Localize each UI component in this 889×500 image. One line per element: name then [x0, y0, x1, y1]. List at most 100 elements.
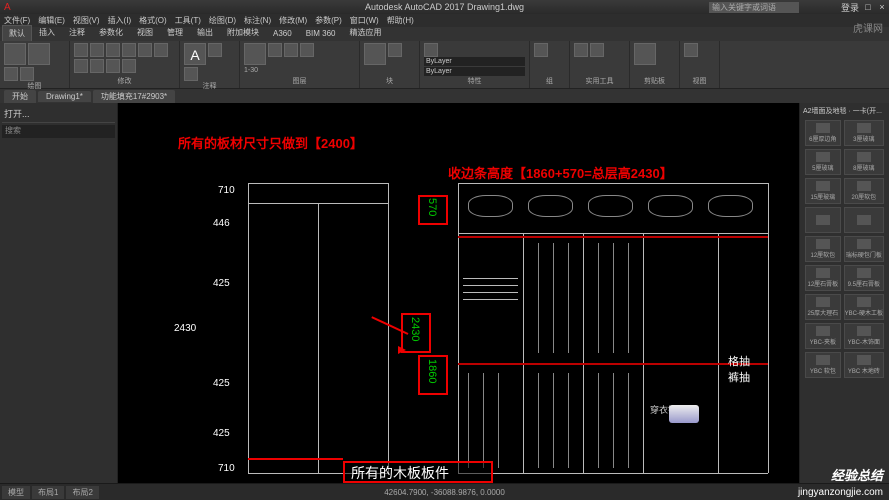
material-swatch[interactable]: 12厘软包: [805, 236, 841, 262]
dim-1860: 1860: [426, 359, 438, 383]
group-icon[interactable]: [534, 43, 548, 57]
ribbon-tab-default[interactable]: 默认: [2, 25, 32, 41]
material-swatch[interactable]: 瑞标硬包门板: [844, 236, 884, 262]
divider: [523, 233, 524, 473]
menu-help[interactable]: 帮助(H): [387, 15, 414, 26]
material-swatch[interactable]: 25厚大理石: [805, 294, 841, 320]
tab-model[interactable]: 模型: [2, 486, 30, 499]
array-icon[interactable]: [106, 59, 120, 73]
layer-off-icon[interactable]: [268, 43, 282, 57]
polyline-icon[interactable]: [28, 43, 50, 65]
material-swatch[interactable]: YBC 木地砖: [844, 352, 884, 378]
material-swatch[interactable]: 12厘石膏板: [805, 265, 841, 291]
select-icon[interactable]: [590, 43, 604, 57]
dim-2430v: 2430: [409, 317, 421, 341]
create-block-icon[interactable]: [388, 43, 402, 57]
material-swatch[interactable]: YBC-硬木工板: [844, 294, 884, 320]
panel-clipboard: 剪贴板: [630, 41, 680, 88]
mirror-icon[interactable]: [138, 43, 152, 57]
material-swatch[interactable]: 15厘玻璃: [805, 178, 841, 204]
match-props-icon[interactable]: [424, 43, 438, 57]
window-controls: − □ ×: [849, 2, 887, 12]
cabinet-line: [248, 183, 249, 473]
ribbon-tab-manage[interactable]: 管理: [160, 24, 190, 41]
fillet-icon[interactable]: [154, 43, 168, 57]
ribbon-tab-view[interactable]: 视图: [130, 24, 160, 41]
layer-lock-icon[interactable]: [300, 43, 314, 57]
panel-utilities: 实用工具: [570, 41, 630, 88]
tab-layout2[interactable]: 布局2: [66, 486, 98, 499]
scale-icon[interactable]: [90, 59, 104, 73]
wardrobe-right: [768, 183, 769, 473]
callout-line: [248, 458, 343, 460]
material-swatch[interactable]: YBC 软包: [805, 352, 841, 378]
ribbon-tab-a360[interactable]: A360: [266, 26, 299, 41]
material-swatch[interactable]: 8厘玻璃: [844, 149, 884, 175]
ribbon-tab-featured[interactable]: 精选应用: [342, 24, 388, 41]
line-icon[interactable]: [4, 43, 26, 65]
menu-params[interactable]: 参数(P): [315, 15, 342, 26]
doc-tab-1[interactable]: Drawing1*: [38, 91, 91, 102]
measure-icon[interactable]: [574, 43, 588, 57]
material-swatch[interactable]: 9.5厘石膏板: [844, 265, 884, 291]
ribbon-tab-insert[interactable]: 插入: [32, 24, 62, 41]
erase-icon[interactable]: [122, 59, 136, 73]
material-swatch[interactable]: YBC-夹板: [805, 323, 841, 349]
minimize-button[interactable]: −: [849, 2, 859, 12]
copy-icon[interactable]: [122, 43, 136, 57]
left-panel-title[interactable]: 打开...: [2, 105, 115, 123]
base-icon[interactable]: [684, 43, 698, 57]
close-button[interactable]: ×: [877, 2, 887, 12]
material-swatch[interactable]: 3厘玻璃: [844, 120, 884, 146]
move-icon[interactable]: [74, 43, 88, 57]
material-swatch[interactable]: [805, 207, 841, 233]
tab-layout1[interactable]: 布局1: [32, 486, 64, 499]
annotation-3: 所有的木板板件: [351, 463, 449, 483]
trim-icon[interactable]: [106, 43, 120, 57]
hanger-icon: [628, 373, 629, 468]
ribbon-tab-parametric[interactable]: 参数化: [92, 24, 130, 41]
ribbon-tab-addons[interactable]: 附加模块: [220, 24, 266, 41]
red-shelf: [458, 236, 768, 238]
panel-group: 组: [530, 41, 570, 88]
left-search-input[interactable]: 搜索: [2, 125, 115, 138]
material-swatch[interactable]: [844, 207, 884, 233]
doc-tab-start[interactable]: 开始: [4, 90, 36, 103]
material-swatch[interactable]: 20厘软包: [844, 178, 884, 204]
left-panel: 打开... 搜索: [0, 103, 118, 483]
layer-freeze-icon[interactable]: [284, 43, 298, 57]
layer-props-icon[interactable]: [244, 43, 266, 65]
ribbon-tab-bim360[interactable]: BIM 360: [299, 26, 343, 41]
maximize-button[interactable]: □: [863, 2, 873, 12]
ribbon-tab-annotate[interactable]: 注释: [62, 24, 92, 41]
stretch-icon[interactable]: [74, 59, 88, 73]
viewcube[interactable]: [669, 405, 699, 423]
scale-input[interactable]: 1-30: [244, 67, 355, 74]
help-search-input[interactable]: 输入关键字或词语: [709, 2, 799, 13]
text-icon[interactable]: A: [184, 43, 206, 65]
panel-draw: 绘图: [0, 41, 70, 88]
watermark-text: 经验总结: [831, 465, 883, 484]
fold: [463, 299, 518, 300]
cabinet-line: [388, 183, 389, 473]
material-swatch[interactable]: YBC-木饰面: [844, 323, 884, 349]
material-swatch[interactable]: 6厘厚边角: [805, 120, 841, 146]
rotate-icon[interactable]: [90, 43, 104, 57]
drawing-canvas[interactable]: 所有的板材尺寸只做到【2400】 收边条高度【1860+570=总层高2430】…: [118, 103, 799, 483]
insert-block-icon[interactable]: [364, 43, 386, 65]
bylayer-color[interactable]: ByLayer: [424, 57, 525, 66]
circle-icon[interactable]: [4, 67, 18, 81]
clothes-icon: [708, 195, 753, 217]
material-swatch[interactable]: 5厘玻璃: [805, 149, 841, 175]
hanger-icon: [468, 373, 469, 468]
ribbon-tab-output[interactable]: 输出: [190, 24, 220, 41]
menu-modify[interactable]: 修改(M): [279, 15, 307, 26]
bylayer-line[interactable]: ByLayer: [424, 67, 525, 76]
dim-710: 710: [218, 185, 235, 196]
paste-icon[interactable]: [634, 43, 656, 65]
table-icon[interactable]: [184, 67, 198, 81]
app-logo: A: [4, 2, 11, 13]
dimension-icon[interactable]: [208, 43, 222, 57]
arc-icon[interactable]: [20, 67, 34, 81]
doc-tab-2[interactable]: 功能填充17#2903*: [93, 90, 175, 103]
